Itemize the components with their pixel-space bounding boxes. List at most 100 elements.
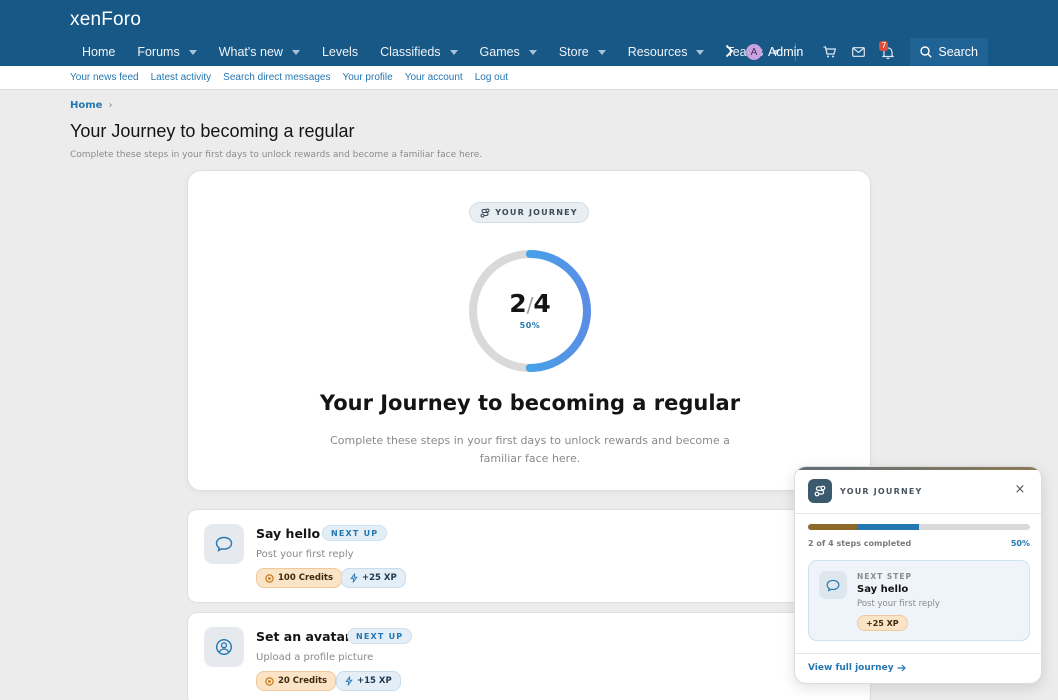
nav-resources[interactable]: Resources <box>617 38 716 66</box>
journey-title: Your Journey to becoming a regular <box>319 391 741 415</box>
search-button[interactable]: Search <box>910 38 988 66</box>
xp-label: +15 XP <box>357 676 392 686</box>
step-description: Post your first reply <box>256 549 354 560</box>
nav-levels[interactable]: Levels <box>311 38 369 66</box>
chevron-right-icon[interactable] <box>725 43 734 62</box>
credits-label: 20 Credits <box>278 676 328 686</box>
progress-fraction: 2/4 <box>467 289 593 318</box>
nav-label: What's new <box>218 45 283 59</box>
breadcrumb-separator: › <box>108 100 113 111</box>
coin-icon <box>265 676 274 686</box>
status-badge: NEXT UP <box>347 628 413 644</box>
nav-home[interactable]: Home <box>70 38 126 66</box>
nav-classifieds[interactable]: Classifieds <box>369 38 468 66</box>
coin-icon <box>265 573 274 583</box>
journey-widget: YOUR JOURNEY × 2 of 4 steps completed 50… <box>794 466 1042 684</box>
user-menu[interactable]: A Admin <box>745 44 804 60</box>
route-icon <box>480 208 490 217</box>
subnav-account[interactable]: Your account <box>405 72 463 83</box>
arrow-right-icon <box>897 664 906 672</box>
subnav-latest-activity[interactable]: Latest activity <box>151 72 212 83</box>
nav-store[interactable]: Store <box>548 38 617 66</box>
nav-label: Forums <box>137 45 180 59</box>
next-step-label: NEXT STEP <box>857 572 913 581</box>
close-icon[interactable]: × <box>1013 483 1027 497</box>
widget-progress-label: 2 of 4 steps completed <box>808 539 912 548</box>
cart-icon[interactable] <box>815 38 844 66</box>
step-title: Set an avatar <box>256 629 352 644</box>
journey-description: Complete these steps in your first days … <box>330 434 730 465</box>
progress-percent: 50% <box>519 321 541 330</box>
step-description: Upload a profile picture <box>256 652 374 663</box>
main-nav: Home Forums What's new Levels Classified… <box>70 38 804 66</box>
nav-label: Games <box>479 45 520 59</box>
chevron-down-icon[interactable] <box>597 49 606 55</box>
next-step-title: Say hello <box>857 584 909 595</box>
widget-progress-bar <box>808 524 1030 530</box>
status-badge: NEXT UP <box>322 525 388 541</box>
widget-divider <box>795 653 1041 654</box>
lightning-icon <box>345 676 353 686</box>
completed-count: 2 <box>509 289 527 318</box>
subnav-search-dms[interactable]: Search direct messages <box>223 72 330 83</box>
nav-label: Home <box>82 45 116 59</box>
route-icon <box>808 479 832 503</box>
chevron-down-icon[interactable] <box>291 49 300 55</box>
nav-whats-new[interactable]: What's new <box>208 38 311 66</box>
page-description: Complete these steps in your first days … <box>70 150 483 160</box>
chevron-down-icon[interactable] <box>188 49 197 55</box>
journey-hero-card: YOUR JOURNEY 2/4 50% Your Journey to bec… <box>187 170 871 491</box>
lightning-icon <box>350 573 358 583</box>
avatar: A <box>745 44 762 60</box>
widget-divider <box>795 513 1041 514</box>
breadcrumb: Home › <box>70 100 112 111</box>
top-header: xenForo Home Forums What's new Levels Cl… <box>0 0 1058 66</box>
credits-label: 100 Credits <box>278 573 334 583</box>
chat-bubble-icon <box>204 524 244 564</box>
nav-games[interactable]: Games <box>469 38 548 66</box>
step-card-set-avatar[interactable]: Set an avatar NEXT UP Upload a profile p… <box>187 612 871 700</box>
widget-progress-fill <box>808 524 919 530</box>
chat-bubble-icon <box>819 571 847 599</box>
nav-label: Levels <box>321 45 359 59</box>
step-card-say-hello[interactable]: Say hello NEXT UP Post your first reply … <box>187 509 871 603</box>
widget-progress-percent: 50% <box>1010 539 1030 548</box>
subnav-profile[interactable]: Your profile <box>342 72 392 83</box>
step-title: Say hello <box>256 526 321 541</box>
subnav-news-feed[interactable]: Your news feed <box>70 72 139 83</box>
xp-label: +25 XP <box>362 573 397 583</box>
search-icon <box>920 46 933 58</box>
view-full-journey-link[interactable]: View full journey <box>808 663 906 673</box>
journey-pill: YOUR JOURNEY <box>469 202 589 223</box>
mail-icon[interactable] <box>844 38 873 66</box>
xp-reward-badge: +25 XP <box>341 568 406 588</box>
page-title: Your Journey to becoming a regular <box>70 121 355 141</box>
nav-label: Store <box>558 45 589 59</box>
xp-reward-badge: +15 XP <box>336 671 401 691</box>
next-step-card[interactable]: NEXT STEP Say hello Post your first repl… <box>808 560 1030 641</box>
subnav-logout[interactable]: Log out <box>475 72 508 83</box>
widget-accent-bar <box>795 467 1041 470</box>
total-count: 4 <box>533 289 551 318</box>
bell-icon[interactable]: 7 <box>873 38 902 66</box>
site-logo[interactable]: xenForo <box>70 9 141 31</box>
widget-title: YOUR JOURNEY <box>840 487 923 496</box>
xp-reward-badge: +25 XP <box>857 615 908 631</box>
breadcrumb-home[interactable]: Home <box>70 100 102 111</box>
journey-pill-label: YOUR JOURNEY <box>495 208 578 217</box>
nav-label: Resources <box>627 45 688 59</box>
nav-label: Classifieds <box>380 45 441 59</box>
sub-nav: Your news feed Latest activity Search di… <box>0 66 1058 90</box>
chevron-down-icon[interactable] <box>528 49 537 55</box>
credits-reward-badge: 20 Credits <box>256 671 337 691</box>
nav-forums[interactable]: Forums <box>126 38 207 66</box>
username: Admin <box>767 45 804 59</box>
chevron-down-icon[interactable] <box>696 49 705 55</box>
user-circle-icon <box>204 627 244 667</box>
view-full-journey-label: View full journey <box>808 663 894 673</box>
alerts-count-badge: 7 <box>879 41 889 51</box>
credits-reward-badge: 100 Credits <box>256 568 343 588</box>
chevron-down-icon[interactable] <box>449 49 458 55</box>
search-label: Search <box>938 45 978 59</box>
next-step-description: Post your first reply <box>857 599 940 609</box>
